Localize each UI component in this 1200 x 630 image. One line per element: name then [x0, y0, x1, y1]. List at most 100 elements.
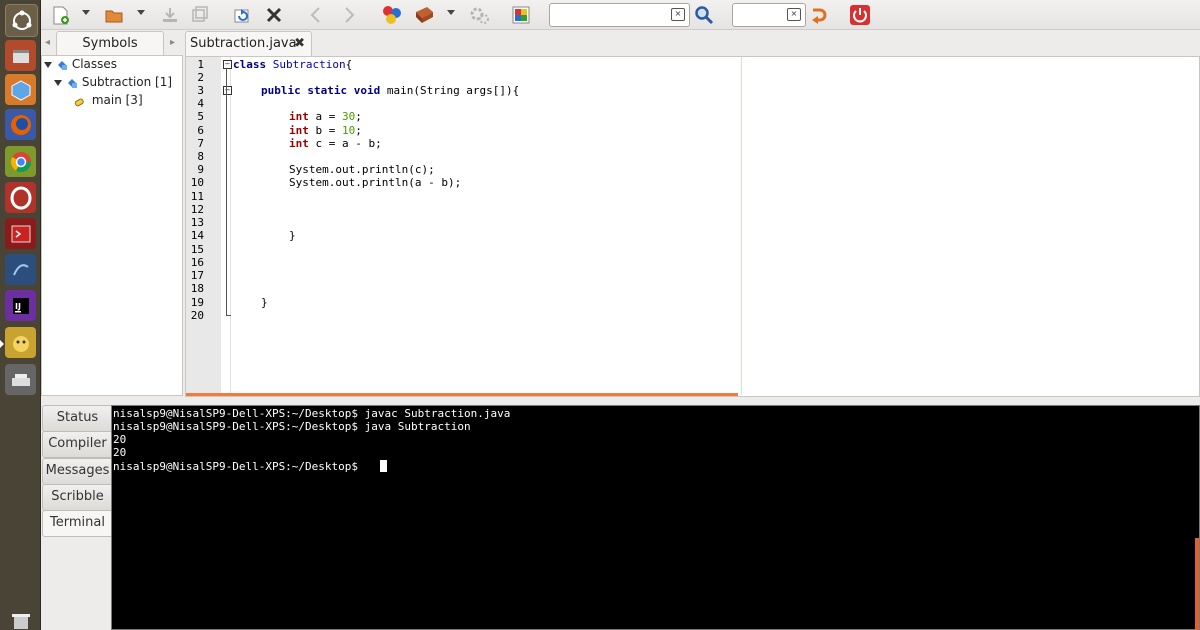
open-file-dropdown-icon[interactable] — [137, 10, 145, 19]
terminal-cursor — [380, 460, 387, 472]
tab-messages[interactable]: Messages — [42, 458, 113, 485]
firefox-icon[interactable] — [5, 109, 36, 140]
tab-scroll-right-icon[interactable]: ▸ — [170, 37, 178, 49]
intellij-icon[interactable]: IJ — [5, 290, 36, 321]
code-token: a = — [308, 110, 342, 123]
opera-icon[interactable] — [5, 182, 36, 213]
tree-item-main[interactable]: main [3] — [74, 93, 143, 107]
code-line-19: } — [261, 296, 268, 309]
line-number: 11 — [190, 190, 204, 203]
code-token: int — [289, 110, 309, 123]
goto-line-input[interactable]: × — [732, 3, 806, 27]
navigate-forward-icon[interactable] — [338, 4, 360, 26]
new-file-dropdown-icon[interactable] — [82, 10, 90, 19]
terminal-app-icon[interactable] — [5, 218, 36, 249]
tab-scribble[interactable]: Scribble — [42, 484, 113, 511]
line-number: 19 — [190, 296, 204, 309]
terminal-scrollbar[interactable] — [1195, 538, 1199, 630]
software-center-icon[interactable] — [5, 74, 36, 105]
line-number: 15 — [190, 243, 204, 256]
goto-line-icon[interactable] — [808, 4, 830, 26]
execute-gears-icon[interactable] — [468, 4, 490, 26]
panel-splitter[interactable] — [41, 397, 1200, 405]
tab-terminal[interactable]: Terminal — [42, 510, 113, 537]
code-token: { — [345, 58, 353, 71]
ubuntu-dash-icon[interactable] — [5, 4, 38, 37]
code-editor[interactable] — [185, 56, 1200, 397]
code-line-10: System.out.println(a - b); — [289, 176, 462, 189]
code-token: ; — [355, 110, 362, 123]
close-tab-icon[interactable]: ✖ — [294, 32, 305, 56]
code-line-5: int a = 30; — [289, 110, 362, 123]
files-icon[interactable] — [5, 40, 36, 71]
scanner-icon[interactable] — [5, 364, 36, 395]
line-number: 6 — [197, 124, 204, 137]
tab-label: Status — [56, 410, 99, 425]
geany-icon[interactable] — [0, 327, 36, 358]
tab-label: Scribble — [51, 489, 104, 504]
expand-arrow-icon[interactable] — [44, 61, 52, 68]
line-number: 5 — [197, 110, 204, 123]
search-icon[interactable] — [693, 4, 715, 26]
fold-toggle-icon[interactable]: − — [223, 86, 232, 95]
terminal-panel[interactable] — [111, 405, 1200, 630]
color-chooser-icon[interactable] — [510, 4, 532, 26]
tree-item-classes[interactable]: Classes — [44, 57, 117, 71]
tab-symbols[interactable]: Symbols — [56, 31, 164, 56]
code-token: 10 — [342, 124, 356, 137]
tab-compiler[interactable]: Compiler — [42, 431, 113, 458]
line-number: 8 — [197, 150, 204, 163]
line-number: 16 — [190, 256, 204, 269]
new-file-icon[interactable] — [49, 4, 71, 26]
code-token: 30 — [342, 110, 356, 123]
fold-toggle-icon[interactable]: − — [223, 60, 232, 69]
line-number: 3 — [197, 84, 204, 97]
code-line-3: public static void main(String args[]){ — [261, 84, 519, 97]
open-file-icon[interactable] — [103, 4, 125, 26]
build-dropdown-icon[interactable] — [447, 10, 455, 19]
tree-item-subtraction[interactable]: Subtraction [1] — [54, 75, 172, 89]
clear-search-icon[interactable]: × — [671, 8, 685, 21]
terminal-line: 20 — [113, 446, 127, 459]
line-number: 10 — [190, 176, 204, 189]
compile-icon[interactable] — [381, 4, 403, 26]
line-number: 12 — [190, 203, 204, 216]
class-group-icon — [56, 59, 68, 71]
tab-scroll-left-icon[interactable]: ◂ — [45, 37, 53, 49]
code-line-1: class Subtraction{ — [233, 58, 352, 71]
save-icon[interactable] — [159, 4, 181, 26]
close-file-icon[interactable] — [263, 4, 285, 26]
tab-label: Terminal — [50, 515, 105, 530]
line-number: 2 — [197, 71, 204, 84]
tab-subtraction-java[interactable]: Subtraction.java ✖ — [185, 31, 312, 56]
main-toolbar: × × — [41, 0, 1200, 30]
chrome-icon[interactable] — [5, 146, 36, 177]
tab-status[interactable]: Status — [42, 405, 113, 432]
save-all-icon[interactable] — [189, 4, 211, 26]
line-number: 7 — [197, 137, 204, 150]
tab-label: Messages — [45, 463, 110, 478]
expand-arrow-icon[interactable] — [54, 79, 62, 86]
editor-scroll-indicator — [186, 393, 738, 396]
line-number: 4 — [197, 97, 204, 110]
code-line-14: } — [289, 229, 296, 242]
line-number: 13 — [190, 216, 204, 229]
search-input[interactable]: × — [549, 3, 690, 27]
line-number: 18 — [190, 282, 204, 295]
unity-launcher: IJ — [0, 0, 41, 630]
reload-icon[interactable] — [231, 4, 253, 26]
clear-goto-icon[interactable]: × — [787, 8, 801, 21]
quit-icon[interactable] — [849, 4, 871, 26]
trash-icon[interactable] — [5, 612, 36, 630]
code-line-6: int b = 10; — [289, 124, 362, 137]
method-icon — [74, 95, 88, 107]
tree-item-label: Classes — [71, 57, 118, 71]
build-icon[interactable] — [413, 4, 435, 26]
navigate-back-icon[interactable] — [305, 4, 327, 26]
terminal-line: nisalsp9@NisalSP9-Dell-XPS:~/Desktop$ ja… — [113, 420, 471, 433]
tree-item-label: main [3] — [91, 93, 143, 107]
mysql-workbench-icon[interactable] — [5, 254, 36, 285]
terminal-line: 20 — [113, 433, 127, 446]
code-token: int — [289, 124, 309, 137]
tree-item-label: Subtraction [1] — [81, 75, 173, 89]
